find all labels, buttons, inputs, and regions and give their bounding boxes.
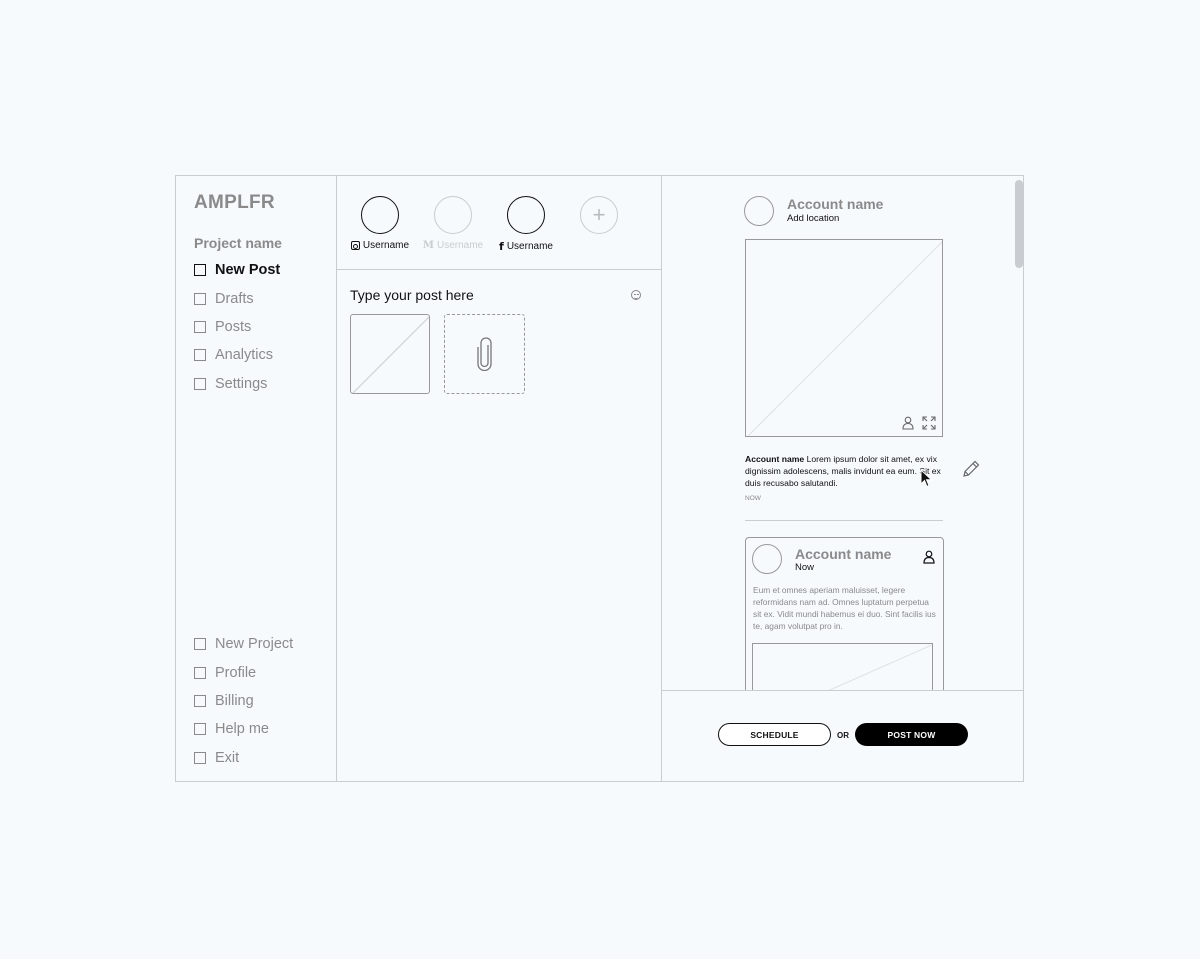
caption-account: Account name bbox=[745, 454, 805, 464]
checkbox-icon bbox=[194, 320, 206, 333]
instagram-icon bbox=[350, 241, 360, 250]
sidebar-item-label: Profile bbox=[215, 664, 257, 681]
sidebar-item-label: Posts bbox=[215, 318, 252, 335]
medium-icon: M bbox=[422, 240, 434, 251]
checkbox-icon bbox=[194, 638, 206, 651]
account-avatar bbox=[361, 196, 399, 234]
emoji-icon[interactable] bbox=[631, 290, 641, 300]
avatar bbox=[752, 544, 782, 574]
image-placeholder-icon bbox=[747, 241, 942, 436]
image-placeholder-icon bbox=[352, 316, 429, 393]
preview-scrollbar[interactable] bbox=[1015, 180, 1023, 268]
sidebar-item-label: Help me bbox=[215, 721, 269, 738]
account-facebook[interactable]: f Username bbox=[486, 196, 566, 253]
card-account-name: Account name bbox=[795, 546, 892, 562]
tag-user-icon[interactable] bbox=[923, 550, 935, 564]
sidebar-item-profile[interactable]: Profile bbox=[194, 658, 293, 686]
media-thumbnail[interactable] bbox=[350, 314, 430, 394]
post-text-input[interactable]: Type your post here bbox=[350, 287, 474, 303]
checkbox-icon bbox=[194, 264, 206, 277]
sidebar-item-analytics[interactable]: Analytics bbox=[194, 341, 280, 369]
preview-divider bbox=[745, 520, 943, 521]
sidebar-item-settings[interactable]: Settings bbox=[194, 370, 280, 398]
checkbox-icon bbox=[194, 292, 206, 305]
checkbox-icon bbox=[194, 694, 206, 707]
checkbox-icon bbox=[194, 666, 206, 679]
sidebar-item-label: Analytics bbox=[215, 347, 274, 364]
checkbox-icon bbox=[194, 377, 206, 390]
sidebar-item-exit[interactable]: Exit bbox=[194, 744, 293, 772]
sidebar-item-label: Exit bbox=[215, 749, 240, 766]
card-body-text: Eum et omnes aperiam maluisset, legere r… bbox=[753, 585, 936, 631]
account-avatar bbox=[434, 196, 472, 234]
mouse-cursor-icon bbox=[920, 469, 933, 488]
plus-icon: + bbox=[580, 196, 618, 234]
preview-account-name: Account name bbox=[787, 196, 884, 212]
preview-card-facebook: Account name Now Eum et omnes aperiam ma… bbox=[745, 537, 944, 690]
sidebar-item-new-post[interactable]: New Post bbox=[194, 256, 280, 284]
facebook-icon: f bbox=[499, 240, 504, 253]
sidebar-item-label: New Post bbox=[215, 262, 281, 279]
sidebar-item-help[interactable]: Help me bbox=[194, 715, 293, 743]
sidebar-item-label: Billing bbox=[215, 692, 254, 709]
sidebar-item-new-project[interactable]: New Project bbox=[194, 630, 293, 658]
sidebar-item-label: New Project bbox=[215, 636, 294, 653]
expand-icon[interactable] bbox=[922, 416, 936, 430]
project-name[interactable]: Project name bbox=[194, 235, 282, 251]
attach-media-button[interactable] bbox=[444, 314, 525, 394]
app-window: AMPLFR Project name New Post Drafts Post… bbox=[175, 175, 1024, 782]
tag-user-icon[interactable] bbox=[902, 416, 914, 430]
post-timestamp: NOW bbox=[745, 495, 761, 502]
account-username: Username bbox=[506, 241, 553, 252]
sidebar-item-label: Settings bbox=[215, 375, 268, 392]
avatar bbox=[744, 196, 774, 226]
sidebar-divider bbox=[336, 176, 337, 781]
edit-caption-button[interactable] bbox=[961, 459, 981, 484]
sidebar-item-posts[interactable]: Posts bbox=[194, 313, 280, 341]
sidebar-item-drafts[interactable]: Drafts bbox=[194, 284, 280, 312]
post-preview-panel: Account name Add location Account name L… bbox=[662, 176, 1024, 690]
add-account-button[interactable]: + bbox=[559, 196, 639, 234]
app-logo[interactable]: AMPLFR bbox=[194, 192, 275, 214]
account-username: Username bbox=[362, 240, 410, 251]
preview-image[interactable] bbox=[745, 239, 943, 437]
account-username: Username bbox=[436, 240, 484, 251]
sidebar-nav: New Post Drafts Posts Analytics Settings bbox=[194, 256, 280, 398]
checkbox-icon bbox=[194, 723, 206, 736]
preview-caption: Account name Lorem ipsum dolor sit amet,… bbox=[745, 453, 943, 489]
pencil-icon bbox=[963, 460, 980, 477]
sidebar-item-label: Drafts bbox=[215, 290, 254, 307]
or-label: OR bbox=[837, 731, 849, 740]
paperclip-icon bbox=[476, 337, 492, 371]
schedule-button[interactable]: SCHEDULE bbox=[718, 723, 831, 746]
account-avatar bbox=[507, 196, 545, 234]
accounts-divider bbox=[337, 269, 661, 270]
account-instagram[interactable]: Username bbox=[340, 196, 420, 251]
checkbox-icon bbox=[194, 349, 206, 362]
checkbox-icon bbox=[194, 751, 206, 764]
card-time: Now bbox=[795, 562, 815, 573]
sidebar-item-billing[interactable]: Billing bbox=[194, 687, 293, 715]
image-placeholder-icon bbox=[828, 644, 932, 690]
post-now-button[interactable]: POST NOW bbox=[855, 723, 968, 746]
card-image bbox=[752, 643, 933, 690]
add-location-link[interactable]: Add location bbox=[787, 213, 839, 224]
actions-divider bbox=[662, 690, 1024, 691]
account-medium[interactable]: M Username bbox=[413, 196, 493, 251]
sidebar-bottom-nav: New Project Profile Billing Help me Exit bbox=[194, 630, 293, 772]
